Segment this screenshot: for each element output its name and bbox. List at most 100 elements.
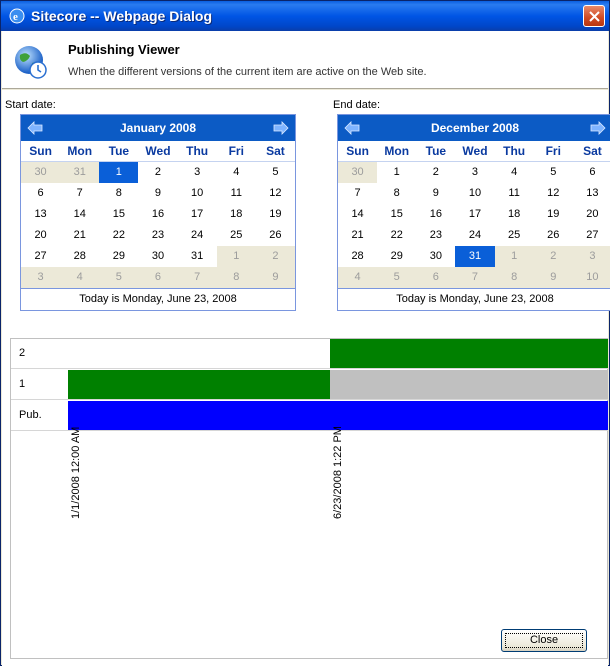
calendar-day[interactable]: 25 (495, 225, 534, 246)
calendar-day[interactable]: 27 (21, 246, 60, 267)
calendar-day[interactable]: 1 (377, 162, 416, 183)
calendar-today-text[interactable]: Today is Monday, June 23, 2008 (338, 288, 610, 310)
calendar-day[interactable]: 1 (99, 162, 139, 183)
calendar-day[interactable]: 2 (255, 246, 295, 267)
calendar-day[interactable]: 12 (534, 183, 573, 204)
calendar-day[interactable]: 5 (99, 267, 139, 288)
calendar-day[interactable]: 25 (217, 225, 256, 246)
calendar-day[interactable]: 31 (178, 246, 217, 267)
calendar-day[interactable]: 2 (138, 162, 177, 183)
calendar-day[interactable]: 18 (217, 204, 256, 225)
calendar-day[interactable]: 12 (256, 183, 295, 204)
calendar-day[interactable]: 3 (455, 162, 494, 183)
day-of-week-header: Sat (572, 141, 610, 162)
calendar-day[interactable]: 8 (377, 183, 416, 204)
day-of-week-header: Wed (455, 141, 495, 162)
calendar-day[interactable]: 24 (178, 225, 217, 246)
calendar-day[interactable]: 11 (495, 183, 534, 204)
calendar-day[interactable]: 18 (495, 204, 534, 225)
calendar-day[interactable]: 8 (494, 267, 534, 288)
calendar-day[interactable]: 26 (256, 225, 295, 246)
calendar-day[interactable]: 4 (60, 267, 100, 288)
calendar-day[interactable]: 24 (455, 225, 494, 246)
calendar-day[interactable]: 7 (177, 267, 217, 288)
publishing-timeline: 2 1 Pub. 1/1/2008 12:00 AM 6/23/2008 1:2… (10, 338, 608, 659)
calendar-day[interactable]: 19 (534, 204, 573, 225)
calendar-day[interactable]: 14 (60, 204, 99, 225)
day-of-week-header: Mon (377, 141, 417, 162)
calendar-day[interactable]: 29 (377, 246, 416, 267)
calendar-day[interactable]: 13 (21, 204, 60, 225)
calendar-day[interactable]: 28 (338, 246, 377, 267)
calendar-day[interactable]: 4 (338, 267, 378, 288)
calendar-day[interactable]: 3 (572, 246, 610, 267)
calendar-day[interactable]: 17 (178, 204, 217, 225)
calendar-day[interactable]: 7 (455, 267, 495, 288)
calendar-day[interactable]: 27 (573, 225, 610, 246)
next-month-arrow-icon[interactable] (273, 121, 289, 135)
calendar-day[interactable]: 30 (416, 246, 455, 267)
calendar-day[interactable]: 21 (60, 225, 99, 246)
calendar-day[interactable]: 30 (21, 162, 61, 183)
calendar-day[interactable]: 16 (416, 204, 455, 225)
calendar-day[interactable]: 13 (573, 183, 610, 204)
calendar-day[interactable]: 26 (534, 225, 573, 246)
calendar-day[interactable]: 6 (573, 162, 610, 183)
calendar-day[interactable]: 22 (377, 225, 416, 246)
calendar-day[interactable]: 11 (217, 183, 256, 204)
calendar-day[interactable]: 10 (572, 267, 610, 288)
calendar-day[interactable]: 2 (416, 162, 455, 183)
calendar-day[interactable]: 29 (99, 246, 138, 267)
calendar-day[interactable]: 6 (416, 267, 456, 288)
calendar-day[interactable]: 23 (416, 225, 455, 246)
calendar-day[interactable]: 9 (416, 183, 455, 204)
calendar-day[interactable]: 5 (534, 162, 573, 183)
calendar-day[interactable]: 20 (573, 204, 610, 225)
timeline-start-date: 1/1/2008 12:00 AM (70, 426, 82, 519)
calendar-day[interactable]: 16 (138, 204, 177, 225)
calendar-day[interactable]: 9 (533, 267, 573, 288)
calendar-day[interactable]: 17 (455, 204, 494, 225)
calendar-day[interactable]: 3 (178, 162, 217, 183)
title-bar[interactable]: e Sitecore -- Webpage Dialog (1, 1, 609, 31)
start-date-label: Start date: (5, 99, 56, 111)
calendar-day[interactable]: 30 (338, 162, 378, 183)
calendar-day[interactable]: 14 (338, 204, 377, 225)
calendar-day[interactable]: 5 (377, 267, 417, 288)
calendar-day[interactable]: 7 (338, 183, 377, 204)
calendar-day[interactable]: 20 (21, 225, 60, 246)
calendar-day[interactable]: 6 (138, 267, 178, 288)
calendar-day[interactable]: 15 (377, 204, 416, 225)
calendar-day[interactable]: 10 (455, 183, 494, 204)
calendar-day[interactable]: 5 (256, 162, 295, 183)
calendar-day[interactable]: 31 (455, 246, 495, 267)
calendar-day[interactable]: 9 (138, 183, 177, 204)
calendar-day[interactable]: 30 (138, 246, 177, 267)
calendar-day[interactable]: 23 (138, 225, 177, 246)
calendar-day[interactable]: 1 (216, 246, 256, 267)
calendar-today-text[interactable]: Today is Monday, June 23, 2008 (21, 288, 295, 310)
calendar-day[interactable]: 6 (21, 183, 60, 204)
calendar-day[interactable]: 3 (21, 267, 61, 288)
calendar-day[interactable]: 9 (255, 267, 295, 288)
calendar-day[interactable]: 10 (178, 183, 217, 204)
calendar-day[interactable]: 31 (60, 162, 100, 183)
next-month-arrow-icon[interactable] (590, 121, 606, 135)
calendar-day[interactable]: 2 (533, 246, 573, 267)
day-of-week-header: Wed (138, 141, 178, 162)
calendar-day[interactable]: 1 (494, 246, 534, 267)
calendar-day[interactable]: 28 (60, 246, 99, 267)
calendar-day[interactable]: 7 (60, 183, 99, 204)
start-date-calendar: January 2008 Sun Mon Tue Wed Thu Fri Sat 30 31 1 2… (20, 114, 296, 311)
calendar-day[interactable]: 22 (99, 225, 138, 246)
close-button[interactable]: Close (501, 629, 587, 652)
window-close-button[interactable] (583, 5, 605, 27)
calendar-day[interactable]: 15 (99, 204, 138, 225)
calendar-day[interactable]: 21 (338, 225, 377, 246)
publishing-globe-icon (15, 46, 47, 79)
calendar-day[interactable]: 8 (216, 267, 256, 288)
calendar-day[interactable]: 8 (99, 183, 138, 204)
calendar-day[interactable]: 4 (217, 162, 256, 183)
calendar-day[interactable]: 4 (495, 162, 534, 183)
calendar-day[interactable]: 19 (256, 204, 295, 225)
